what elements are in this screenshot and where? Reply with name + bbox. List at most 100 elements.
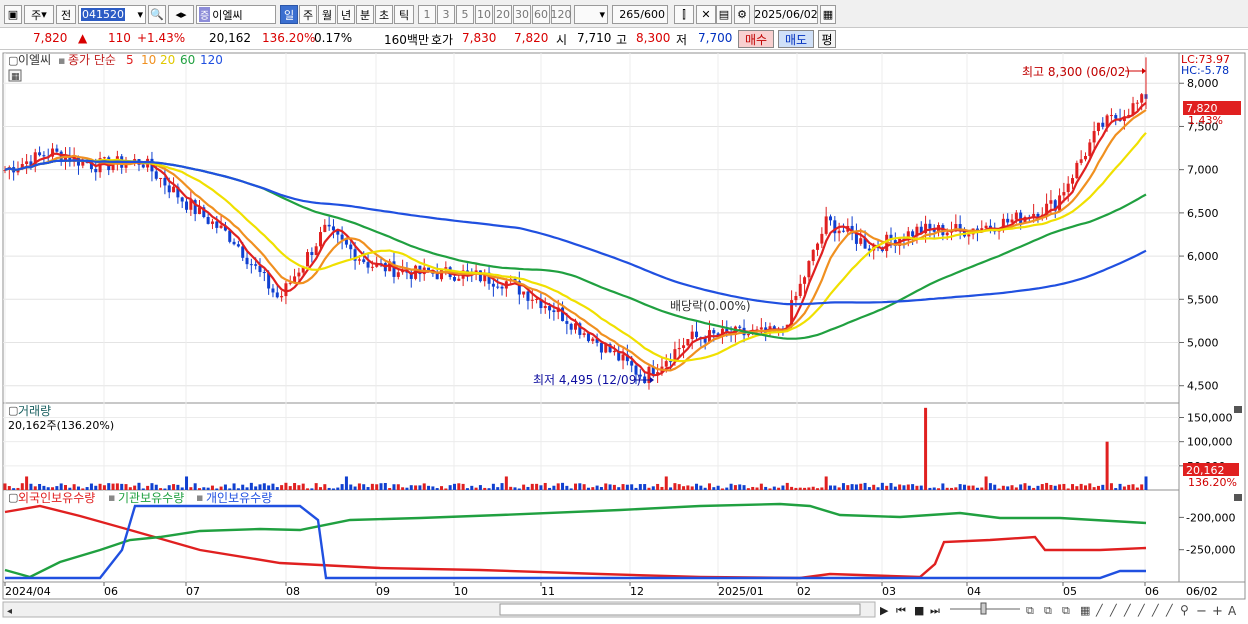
candle-body [837,230,841,234]
volume-bar [880,482,884,490]
volume-bar [651,486,655,490]
volume-bar [284,482,288,490]
interval-3-button[interactable]: 3 [437,5,455,24]
period-second-button[interactable]: 초 [375,5,393,24]
search-icon[interactable]: 🔍 [148,5,166,24]
buy-button[interactable]: 매수 [738,30,774,48]
interval-1-button[interactable]: 1 [418,5,436,24]
crosshair-icon[interactable]: ✕ [696,5,716,24]
count-input[interactable]: 265/600 [612,5,668,24]
volume-bar [716,485,720,490]
volume-bar [686,485,690,490]
rewind-icon[interactable]: ⏮ [896,604,906,617]
candle-icon[interactable]: ⫿ [674,5,694,24]
avg-button[interactable]: 평 [818,30,836,48]
volume-bar [288,486,292,490]
volume-bar [344,476,348,490]
sound-icon[interactable]: ◂▸ [168,5,194,24]
ma-120-label: 120 [200,53,223,67]
sell-button[interactable]: 매도 [778,30,814,48]
volume-bar [932,487,936,490]
font-size-icon[interactable]: A [1228,604,1237,618]
stop-icon[interactable]: ■ [914,604,924,617]
zoom-slider-handle[interactable] [980,602,987,615]
interval-120-button[interactable]: 120 [551,5,572,24]
period-month-button[interactable]: 월 [318,5,336,24]
interval-select[interactable]: ▾ [574,5,608,24]
volume-bar [707,483,711,490]
volume-bar [396,484,400,490]
search-icon[interactable]: ⚲ [1180,603,1189,617]
layout-icon[interactable]: ⧉ [1026,604,1034,617]
volume-bar [16,487,20,490]
layout2-icon[interactable]: ⧉ [1044,604,1052,617]
volume-bar [1109,483,1113,490]
volume-bar [1023,483,1027,490]
zoom-in-icon[interactable]: + [1212,604,1223,619]
holding-close-icon[interactable] [1234,494,1242,501]
prev-button[interactable]: 전 [56,5,76,24]
panel-marker-icon: ▢ [8,54,18,67]
zoom-out-icon[interactable]: − [1196,604,1207,619]
legend-institution: 기관보유수량 [118,491,184,505]
period-minute-button[interactable]: 분 [356,5,374,24]
volume-close-icon[interactable] [1234,406,1242,413]
candle-body [185,201,189,210]
volume-bar [366,487,370,490]
table-icon[interactable]: ▦ [1080,604,1090,617]
period-tick-button[interactable]: 틱 [394,5,414,24]
scroll-left-icon[interactable]: ◂ [7,606,12,617]
window-icon[interactable]: ▣ [4,5,22,24]
turnover-ratio: 0.17% [314,31,353,45]
chart-area[interactable]: 8,000 7,500 7,000 6,500 6,000 5,500 5,000 4,500… [0,50,1248,621]
dropdown-icon[interactable]: ▾ [137,8,143,21]
interval-30-button[interactable]: 30 [513,5,531,24]
period-type-select[interactable]: 주 ▾ [24,5,54,24]
period-week-button[interactable]: 주 [299,5,317,24]
volume-bar [846,485,850,490]
x-tick-label: 04 [967,585,981,598]
stock-code-input[interactable]: 041520 ▾ [78,5,146,24]
calendar-icon[interactable]: ▦ [820,5,836,24]
interval-20-button[interactable]: 20 [494,5,512,24]
interval-5-button[interactable]: 5 [456,5,474,24]
candle-body [1079,159,1083,163]
volume-bar [872,484,876,490]
volume-bar [1001,485,1005,490]
interval-10-button[interactable]: 10 [475,5,493,24]
volume-bar [902,485,906,490]
ma-label: 종가 단순 [68,53,116,67]
scroll-right-icon[interactable]: ▶ [880,604,889,617]
draw-line3-icon[interactable]: ╱ [1123,603,1132,617]
volume-bar [7,486,11,490]
dropdown-icon: ▾ [599,8,605,21]
volume-bar [51,487,55,490]
save-icon[interactable]: ▤ [716,5,732,24]
date-input[interactable]: 2025/06/02 [754,5,818,24]
candle-body [548,305,552,311]
draw-line2-icon[interactable]: ╱ [1109,603,1118,617]
candle-body [1010,219,1014,223]
draw-line4-icon[interactable]: ╱ [1137,603,1146,617]
period-day-button[interactable]: 일 [280,5,298,24]
chart-canvas[interactable]: 8,0007,5007,0006,5006,0005,5005,0004,500… [0,50,1248,621]
draw-line-icon[interactable]: ╱ [1095,603,1104,617]
stock-name-field[interactable]: 증 이엘씨 [196,5,276,24]
candle-body [928,223,932,229]
volume-bar [634,487,638,490]
interval-60-button[interactable]: 60 [532,5,550,24]
volume-bar [664,476,668,490]
candle-body [94,169,98,173]
period-year-button[interactable]: 년 [337,5,355,24]
fast-forward-icon[interactable]: ⏭ [930,604,940,617]
gear-icon[interactable]: ⚙ [734,5,750,24]
volume-bar [98,483,102,490]
draw-line6-icon[interactable]: ╱ [1165,603,1174,617]
volume-bar [638,484,642,490]
scrollbar-thumb[interactable] [499,603,861,616]
volume-bar [841,483,845,490]
candle-body [677,347,681,350]
volume-bar [422,483,426,490]
draw-line5-icon[interactable]: ╱ [1151,603,1160,617]
layout3-icon[interactable]: ⧉ [1062,604,1070,617]
